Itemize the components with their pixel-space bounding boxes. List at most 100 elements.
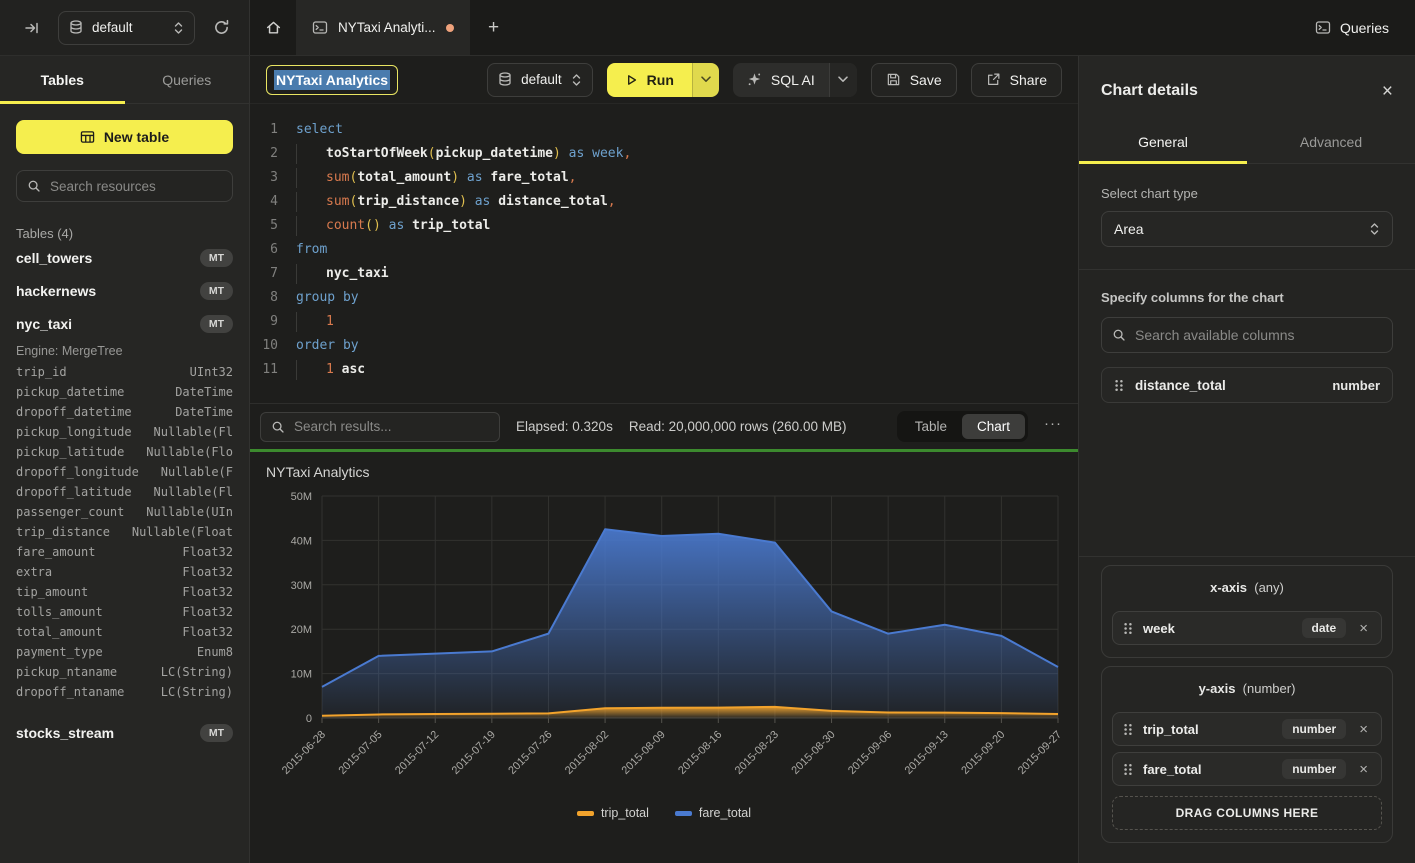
sidebar-collapse-icon[interactable] <box>18 14 46 42</box>
tab-general[interactable]: General <box>1079 120 1247 163</box>
close-icon[interactable]: × <box>1382 82 1393 101</box>
svg-text:2015-07-12: 2015-07-12 <box>393 729 441 777</box>
tab-queries[interactable]: Queries <box>125 56 250 103</box>
search-icon <box>27 179 41 193</box>
legend-swatch-trip_total <box>577 811 594 816</box>
panel-tabs: General Advanced <box>1079 120 1415 164</box>
more-options-button[interactable]: ··· <box>1044 415 1068 438</box>
query-tab[interactable]: NYTaxi Analyti... <box>296 0 470 55</box>
code-text: from <box>296 238 327 262</box>
engine-badge: MT <box>200 282 233 300</box>
refresh-icon[interactable] <box>207 14 235 42</box>
table-item-stocks_stream[interactable]: stocks_streamMT <box>16 716 233 749</box>
legend-item-fare_total[interactable]: fare_total <box>675 806 751 820</box>
column-type: DateTime <box>175 385 233 399</box>
table-item-cell_towers[interactable]: cell_towers MT <box>16 241 233 274</box>
column-chip-week[interactable]: weekdate× <box>1112 611 1382 645</box>
line-number: 5 <box>250 214 296 238</box>
view-toggle-table[interactable]: Table <box>900 414 962 439</box>
column-row-pickup_latitude: pickup_latitudeNullable(Flo <box>16 442 233 462</box>
line-number: 10 <box>250 334 296 358</box>
topbar-right: Queries <box>1315 0 1415 55</box>
view-toggle-chart[interactable]: Chart <box>962 414 1025 439</box>
area-chart[interactable]: 010M20M30M40M50M2015-06-282015-07-052015… <box>264 486 1064 804</box>
database-selector-value: default <box>92 20 164 35</box>
main-area: NYTaxi Analytics default Run <box>250 56 1078 863</box>
sql-editor[interactable]: 1select2toStartOfWeek(pickup_datetime) a… <box>250 104 1078 403</box>
remove-column-icon[interactable]: × <box>1356 721 1371 738</box>
home-button[interactable] <box>250 0 296 55</box>
share-button[interactable]: Share <box>971 63 1062 97</box>
svg-text:50M: 50M <box>291 491 312 503</box>
results-search-input[interactable]: Search results... <box>260 412 500 442</box>
svg-text:2015-08-02: 2015-08-02 <box>563 729 611 777</box>
save-button-label: Save <box>910 72 942 88</box>
column-name: dropoff_ntaname <box>16 685 124 699</box>
column-name: pickup_ntaname <box>16 665 117 679</box>
column-chip-fare_total[interactable]: fare_totalnumber× <box>1112 752 1382 786</box>
svg-text:20M: 20M <box>291 624 312 636</box>
x-axis-chips: weekdate× <box>1112 611 1382 645</box>
column-chip-distance_total[interactable]: distance_totalnumber <box>1101 367 1393 403</box>
remove-column-icon[interactable]: × <box>1356 620 1371 637</box>
column-type: Float32 <box>182 585 233 599</box>
column-chip-trip_total[interactable]: trip_totalnumber× <box>1112 712 1382 746</box>
chart-legend: trip_total fare_total <box>264 806 1064 820</box>
search-icon <box>271 420 285 434</box>
code-line-2: 2toStartOfWeek(pickup_datetime) as week, <box>250 142 1078 166</box>
chevron-down-icon <box>701 76 711 83</box>
code-text: count() as trip_total <box>296 214 490 238</box>
column-row-total_amount: total_amountFloat32 <box>16 622 233 642</box>
resources-search-placeholder: Search resources <box>50 179 156 194</box>
chart-svg: 010M20M30M40M50M2015-06-282015-07-052015… <box>264 486 1064 804</box>
tab-tables[interactable]: Tables <box>0 56 125 103</box>
panel-header: Chart details × <box>1079 56 1415 120</box>
column-name: tip_amount <box>16 585 88 599</box>
database-selector[interactable]: default <box>58 11 195 45</box>
sql-ai-options-button[interactable] <box>829 63 857 97</box>
save-button[interactable]: Save <box>871 63 957 97</box>
column-row-payment_type: payment_typeEnum8 <box>16 642 233 662</box>
sql-ai-button[interactable]: SQL AI <box>733 63 829 97</box>
table-item-nyc_taxi[interactable]: nyc_taxiMT <box>16 307 233 340</box>
code-line-8: 8group by <box>250 286 1078 310</box>
new-tab-button[interactable]: + <box>470 0 518 55</box>
column-type: LC(String) <box>161 665 233 679</box>
queries-button[interactable]: Queries <box>1315 20 1389 36</box>
column-row-dropoff_latitude: dropoff_latitudeNullable(Fl <box>16 482 233 502</box>
columns-search-input[interactable]: Search available columns <box>1101 317 1393 353</box>
engine-badge: MT <box>200 249 233 267</box>
chart-type-select[interactable]: Area <box>1101 211 1393 247</box>
code-text: sum(trip_distance) as distance_total, <box>296 190 616 214</box>
run-button[interactable]: Run <box>607 63 692 97</box>
panel-title: Chart details <box>1101 82 1198 100</box>
legend-item-trip_total[interactable]: trip_total <box>577 806 649 820</box>
tables-list: cell_towersMThackernewsMTnyc_taxiMTEngin… <box>16 241 233 749</box>
unsaved-dot-icon <box>446 24 454 32</box>
table-name: cell_towers <box>16 250 92 266</box>
remove-column-icon[interactable]: × <box>1356 761 1371 778</box>
column-name: pickup_latitude <box>16 445 124 459</box>
code-text: toStartOfWeek(pickup_datetime) as week, <box>296 142 631 166</box>
svg-text:2015-08-16: 2015-08-16 <box>676 729 724 777</box>
rows-read: Read: 20,000,000 rows (260.00 MB) <box>629 419 847 434</box>
svg-text:2015-09-27: 2015-09-27 <box>1016 729 1064 777</box>
run-options-button[interactable] <box>692 63 719 97</box>
resources-search-input[interactable]: Search resources <box>16 170 233 202</box>
column-type: Float32 <box>182 605 233 619</box>
column-type: DateTime <box>175 405 233 419</box>
sidebar-content: New table Search resources Tables (4) ce… <box>0 104 249 863</box>
query-title-input[interactable]: NYTaxi Analytics <box>266 65 398 95</box>
table-item-hackernews[interactable]: hackernewsMT <box>16 274 233 307</box>
new-table-label: New table <box>104 129 169 145</box>
database-icon <box>69 20 83 35</box>
line-number: 3 <box>250 166 296 190</box>
tab-advanced[interactable]: Advanced <box>1247 120 1415 163</box>
drop-zone[interactable]: DRAG COLUMNS HERE <box>1112 796 1382 830</box>
query-database-selector[interactable]: default <box>487 63 593 97</box>
divider <box>1079 556 1415 557</box>
column-type: UInt32 <box>190 365 233 379</box>
new-table-button[interactable]: New table <box>16 120 233 154</box>
chart-title: NYTaxi Analytics <box>266 464 1064 480</box>
sidebar: Tables Queries New table Search resource… <box>0 56 250 863</box>
